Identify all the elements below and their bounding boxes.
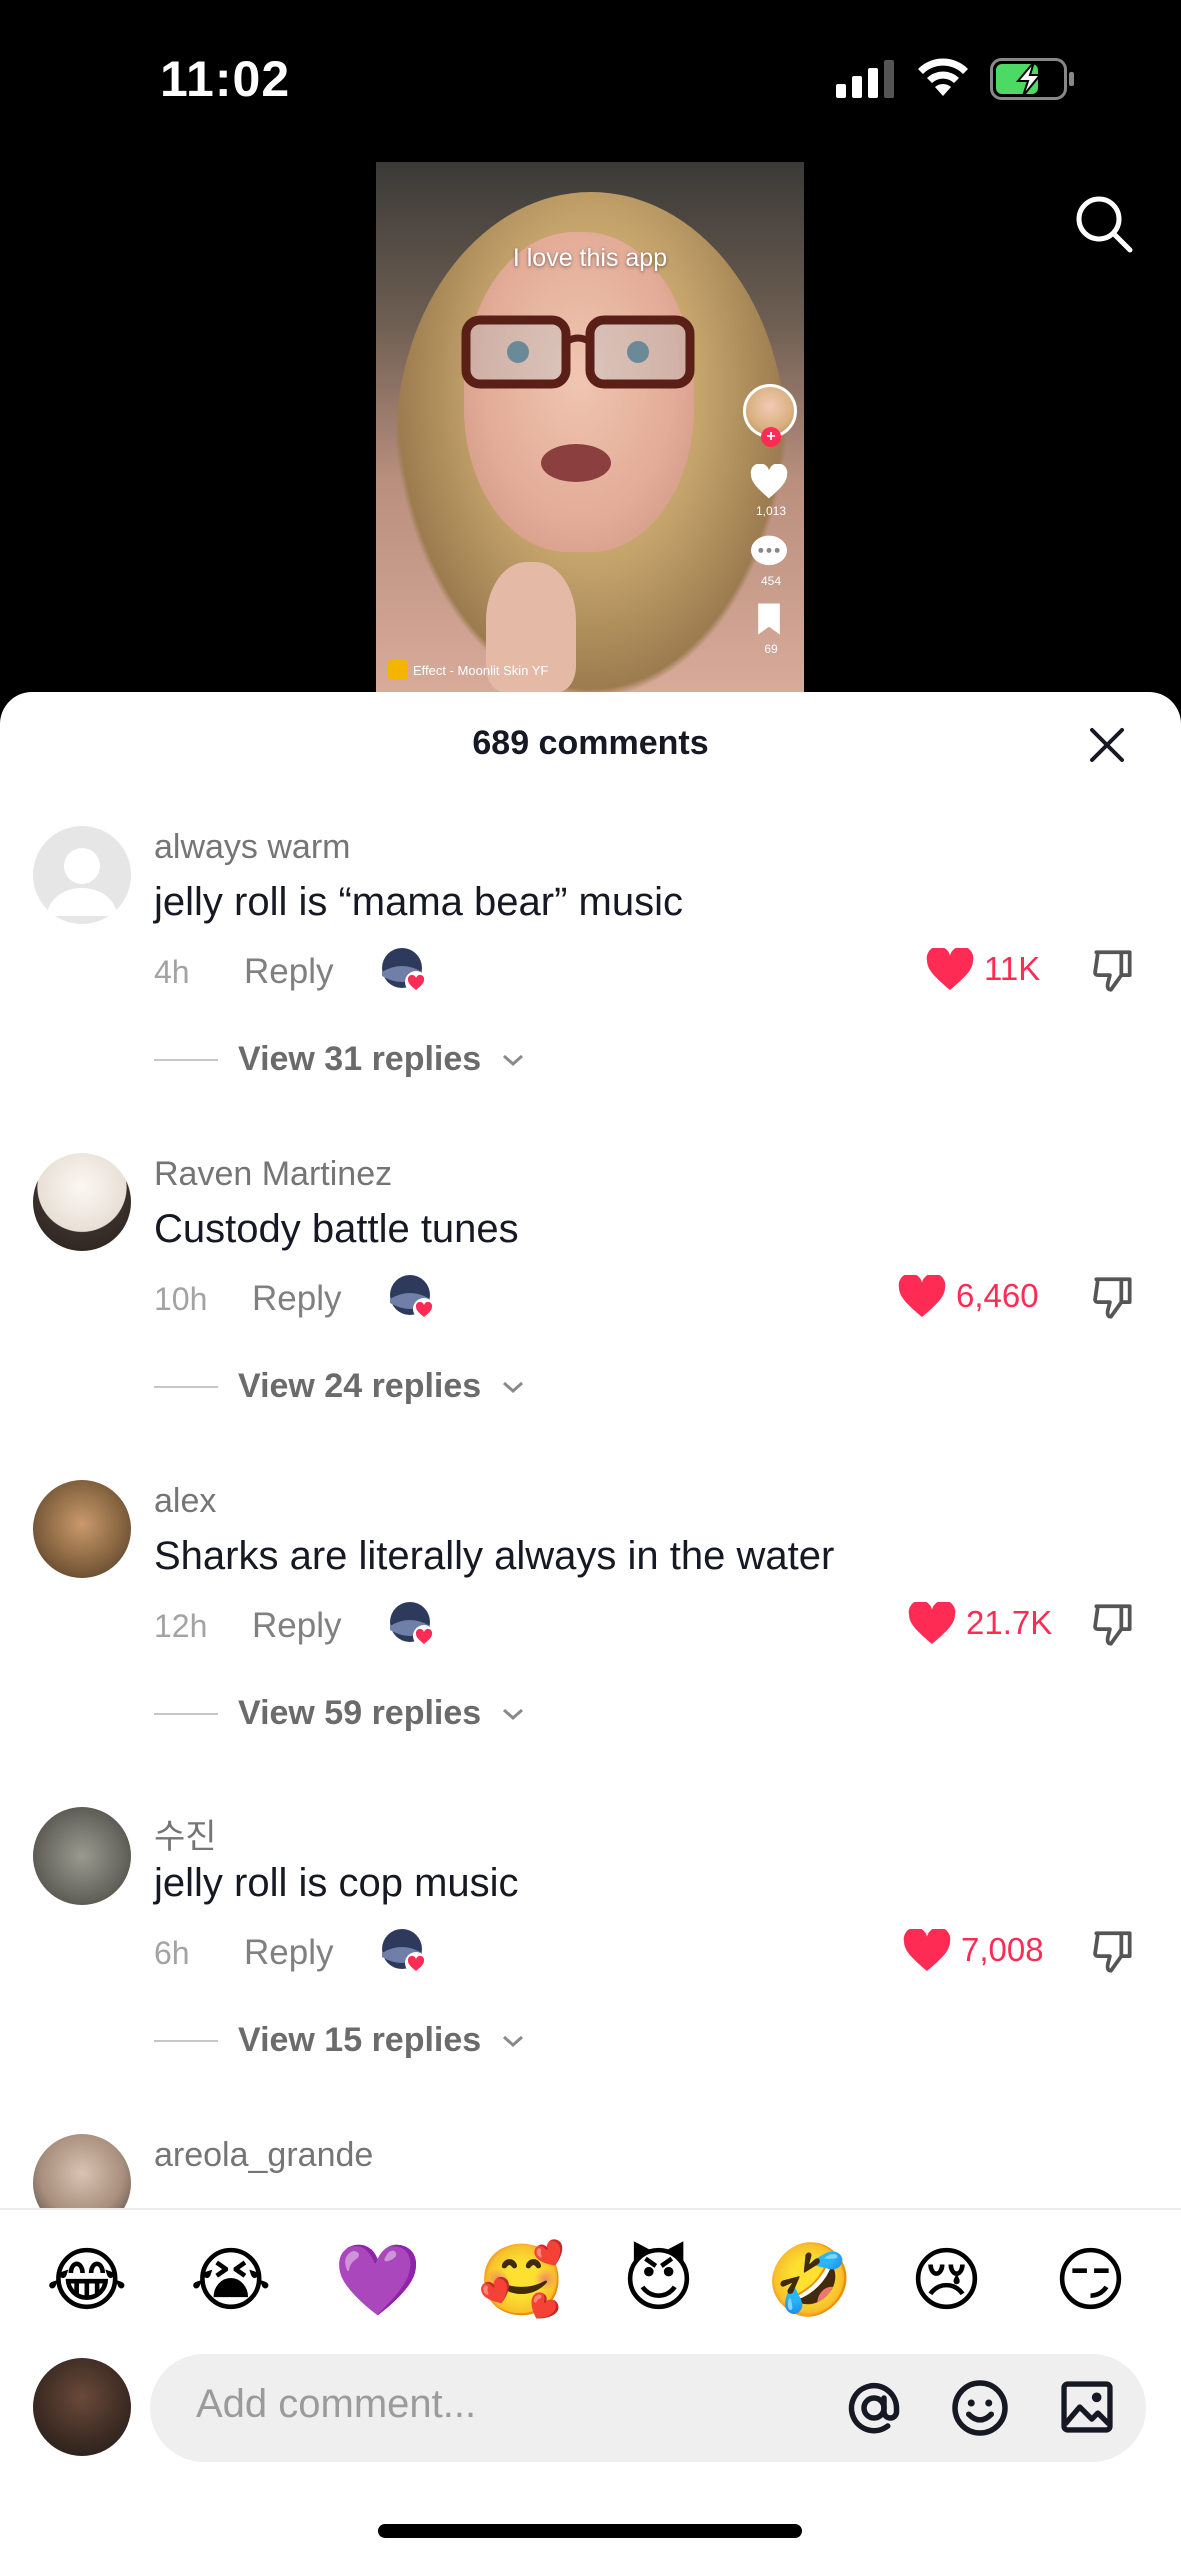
like-count: 7,008 bbox=[961, 1931, 1044, 1968]
creator-liked-badge bbox=[390, 1602, 435, 1647]
view-replies-label: View 24 replies bbox=[238, 1367, 482, 1405]
emoji-icon[interactable] bbox=[950, 2378, 1010, 2438]
comment-like[interactable]: 21.7K bbox=[908, 1602, 1052, 1644]
comment-like[interactable]: 11K bbox=[926, 948, 1040, 990]
emoji-button[interactable]: 🥰 bbox=[478, 2240, 565, 2320]
comment-input[interactable]: Add comment... bbox=[150, 2354, 1146, 2462]
emoji-button[interactable]: 😈 bbox=[622, 2240, 695, 2320]
like-count: 11K bbox=[984, 950, 1041, 987]
avatar[interactable] bbox=[33, 1153, 131, 1251]
emoji-button[interactable]: 😭 bbox=[190, 2240, 272, 2320]
view-replies-button[interactable]: View 31 replies bbox=[154, 1040, 525, 1079]
chevron-down-icon bbox=[503, 1708, 524, 1720]
view-replies-button[interactable]: View 24 replies bbox=[154, 1367, 525, 1406]
reply-button[interactable]: Reply bbox=[252, 1279, 341, 1319]
video-caption: I love this app bbox=[512, 244, 668, 272]
comment-bubble-icon[interactable] bbox=[749, 534, 789, 570]
emoji-button[interactable]: 💜 bbox=[334, 2240, 421, 2320]
dislike-icon[interactable] bbox=[1088, 1600, 1138, 1650]
comment-username[interactable]: areola_grande bbox=[154, 2136, 373, 2175]
comment-time: 12h bbox=[154, 1608, 208, 1644]
comment-text: Sharks are literally always in the water bbox=[154, 1534, 835, 1578]
avatar[interactable] bbox=[33, 2134, 131, 2208]
reply-button[interactable]: Reply bbox=[244, 952, 333, 992]
emoji-button[interactable]: 😏 bbox=[1054, 2240, 1127, 2320]
comment-text: Custody battle tunes bbox=[154, 1207, 519, 1251]
comment-item: 수진 jelly roll is cop music 6h Reply 7,00… bbox=[0, 1781, 1181, 2108]
heart-icon bbox=[908, 1602, 956, 1644]
video-save-count: 69 bbox=[764, 642, 778, 656]
like-count: 6,460 bbox=[956, 1277, 1039, 1314]
comment-time: 6h bbox=[154, 1935, 190, 1971]
video-player[interactable]: I love this app + 1,013 454 69 Effect - … bbox=[376, 162, 804, 692]
video-like-count: 1,013 bbox=[755, 504, 787, 518]
glasses-graphic bbox=[461, 315, 695, 389]
comment-like[interactable]: 6,460 bbox=[898, 1275, 1039, 1317]
comment-input-placeholder: Add comment... bbox=[196, 2382, 477, 2426]
like-count: 21.7K bbox=[966, 1604, 1053, 1641]
comment-username[interactable]: Raven Martinez bbox=[154, 1155, 392, 1194]
comments-title: 689 comments bbox=[472, 724, 709, 762]
avatar[interactable] bbox=[33, 826, 131, 924]
comment-username[interactable]: always warm bbox=[154, 828, 350, 867]
search-icon[interactable] bbox=[1072, 192, 1136, 256]
heart-icon[interactable] bbox=[749, 464, 789, 500]
default-avatar-icon bbox=[47, 848, 117, 916]
view-replies-label: View 31 replies bbox=[238, 1040, 482, 1078]
comment-text: jelly roll is “mama bear” music bbox=[154, 880, 683, 924]
effect-tag[interactable]: Effect - Moonlit Skin YF bbox=[388, 660, 548, 680]
video-comment-count: 454 bbox=[760, 574, 782, 588]
at-icon[interactable] bbox=[844, 2378, 904, 2438]
creator-liked-badge bbox=[382, 948, 427, 993]
bookmark-icon[interactable] bbox=[749, 602, 789, 636]
heart-icon bbox=[903, 1929, 951, 1971]
chevron-down-icon bbox=[503, 1381, 524, 1393]
reply-button[interactable]: Reply bbox=[244, 1933, 333, 1973]
creator-liked-badge bbox=[390, 1275, 435, 1320]
reply-button[interactable]: Reply bbox=[252, 1606, 341, 1646]
emoji-button[interactable]: 😂 bbox=[46, 2240, 128, 2320]
comment-username[interactable]: 수진 bbox=[154, 1809, 217, 1858]
follow-plus-icon[interactable]: + bbox=[761, 427, 781, 447]
view-replies-button[interactable]: View 59 replies bbox=[154, 1694, 525, 1733]
chevron-down-icon bbox=[503, 2035, 524, 2047]
home-indicator[interactable] bbox=[378, 2524, 802, 2538]
effect-icon bbox=[388, 660, 408, 680]
comment-item: Raven Martinez Custody battle tunes 10h … bbox=[0, 1127, 1181, 1454]
signal-icon bbox=[836, 60, 894, 98]
emoji-button[interactable]: 🤣 bbox=[766, 2240, 853, 2320]
view-replies-button[interactable]: View 15 replies bbox=[154, 2021, 525, 2060]
comment-time: 4h bbox=[154, 954, 190, 990]
comment-item: areola_grande bbox=[0, 2108, 1181, 2208]
status-bar: 11:02 bbox=[0, 0, 1181, 150]
status-time: 11:02 bbox=[160, 51, 291, 107]
avatar[interactable] bbox=[33, 1807, 131, 1905]
comment-item: always warm jelly roll is “mama bear” mu… bbox=[0, 800, 1181, 1127]
creator-liked-badge bbox=[382, 1929, 427, 1974]
effect-label: Effect - Moonlit Skin YF bbox=[413, 662, 549, 678]
emoji-button[interactable]: 😢 bbox=[910, 2240, 983, 2320]
my-avatar bbox=[33, 2358, 131, 2456]
battery-charging-icon bbox=[990, 58, 1074, 100]
close-icon[interactable] bbox=[1082, 720, 1132, 770]
view-replies-label: View 15 replies bbox=[238, 2021, 482, 2059]
dislike-icon[interactable] bbox=[1088, 1927, 1138, 1977]
dislike-icon[interactable] bbox=[1088, 1273, 1138, 1323]
chevron-down-icon bbox=[503, 1054, 524, 1066]
comment-like[interactable]: 7,008 bbox=[903, 1929, 1044, 1971]
heart-icon bbox=[926, 948, 974, 990]
comment-item: alex Sharks are literally always in the … bbox=[0, 1454, 1181, 1781]
wifi-icon bbox=[918, 58, 968, 96]
emoji-quick-bar: 😂 😭 💜 🥰 😈 🤣 😢 😏 bbox=[0, 2208, 1181, 2346]
image-icon[interactable] bbox=[1058, 2378, 1116, 2436]
dislike-icon[interactable] bbox=[1088, 946, 1138, 996]
comment-username[interactable]: alex bbox=[154, 1482, 216, 1521]
avatar[interactable] bbox=[33, 1480, 131, 1578]
comment-input-row: Add comment... bbox=[0, 2346, 1181, 2560]
comment-time: 10h bbox=[154, 1281, 208, 1317]
heart-icon bbox=[898, 1275, 946, 1317]
view-replies-label: View 59 replies bbox=[238, 1694, 482, 1732]
comment-text: jelly roll is cop music bbox=[154, 1861, 519, 1905]
